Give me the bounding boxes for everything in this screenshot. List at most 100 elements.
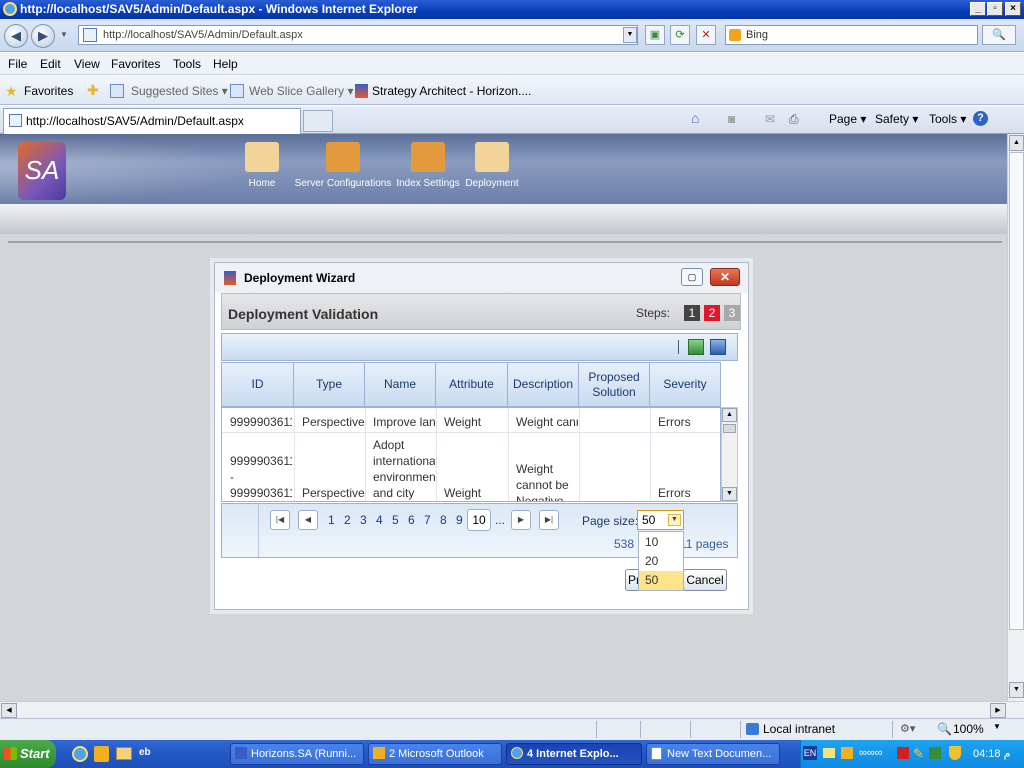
forward-button[interactable]: ▶ [31, 24, 55, 48]
column-name[interactable]: Name [365, 363, 436, 406]
home-icon[interactable]: ⌂ [691, 110, 699, 126]
internet-explorer-icon[interactable] [72, 746, 88, 762]
page-link-6[interactable]: 6 [408, 513, 415, 527]
page-link-7[interactable]: 7 [424, 513, 431, 527]
first-page-button[interactable]: |◀ [270, 510, 290, 530]
page-menu[interactable]: Page ▾ [829, 112, 866, 126]
scroll-thumb[interactable] [1009, 152, 1024, 630]
column-proposed-solution[interactable]: Proposed Solution [579, 363, 650, 406]
dialog-close-button[interactable]: ✕ [710, 268, 740, 286]
page-link-1[interactable]: 1 [328, 513, 335, 527]
address-dropdown[interactable]: ▼ [623, 27, 637, 43]
next-page-button[interactable]: ▶ [511, 510, 531, 530]
scroll-right-arrow[interactable]: ▶ [990, 703, 1006, 718]
maximize-button[interactable]: ▫ [987, 2, 1003, 16]
protected-mode-icon[interactable]: ⚙▾ [900, 722, 915, 735]
page-size-select[interactable]: 50 ▼ [637, 510, 684, 530]
column-type[interactable]: Type [294, 363, 365, 406]
table-row[interactable]: 99999036117-99999036117 Perspective Adop… [222, 433, 720, 501]
scroll-up-arrow[interactable]: ▲ [1009, 135, 1024, 151]
page-link-4[interactable]: 4 [376, 513, 383, 527]
scroll-thumb[interactable] [723, 424, 736, 433]
stop-icon[interactable]: ✕ [696, 25, 716, 45]
scroll-up-arrow[interactable]: ▲ [722, 408, 737, 422]
menu-file[interactable]: File [8, 57, 27, 71]
web-slice-gallery-link[interactable]: Web Slice Gallery ▾ [249, 84, 354, 98]
page-link-2[interactable]: 2 [344, 513, 351, 527]
suggested-sites-link[interactable]: Suggested Sites ▾ [131, 84, 228, 98]
nav-index-settings[interactable]: Index Settings [393, 142, 463, 189]
update-tray-icon[interactable] [929, 747, 941, 759]
cancel-button[interactable]: Cancel [683, 569, 727, 591]
menu-edit[interactable]: Edit [40, 57, 61, 71]
help-icon[interactable]: ? [973, 111, 988, 126]
menu-tools[interactable]: Tools [173, 57, 201, 71]
menu-view[interactable]: View [74, 57, 100, 71]
page-link-3[interactable]: 3 [360, 513, 367, 527]
address-bar[interactable]: http://localhost/SAV5/Admin/Default.aspx [78, 25, 638, 45]
language-indicator[interactable]: EN [803, 746, 817, 760]
menu-favorites[interactable]: Favorites [111, 57, 160, 71]
table-row[interactable]: 99999036117 Perspective Improve lan Weig… [222, 408, 720, 432]
clock[interactable]: 04:18 م [973, 747, 1010, 760]
compatibility-view-icon[interactable]: ▣ [645, 25, 665, 45]
nav-home[interactable]: Home [244, 142, 280, 189]
page-size-option-10[interactable]: 10 [639, 533, 683, 552]
minimize-button[interactable]: _ [970, 2, 986, 16]
task-internet-explorer[interactable]: 4 Internet Explo... [506, 743, 642, 765]
tools-tray-icon[interactable]: ✎ [913, 746, 924, 762]
recent-pages-dropdown[interactable]: ▼ [60, 30, 68, 39]
column-severity[interactable]: Severity [650, 363, 720, 406]
search-icon[interactable]: 🔍 [982, 25, 1016, 45]
export-excel-icon[interactable] [688, 339, 704, 355]
task-horizons-sa[interactable]: Horizons.SA (Runni... [230, 743, 364, 765]
strategy-architect-link[interactable]: Strategy Architect - Horizon.... [372, 84, 531, 98]
antivirus-tray-icon[interactable] [897, 747, 909, 759]
tab-default-aspx[interactable]: http://localhost/SAV5/Admin/Default.aspx [3, 108, 301, 134]
new-tab-button[interactable] [303, 110, 333, 132]
column-attribute[interactable]: Attribute [436, 363, 508, 406]
more-pages-link[interactable]: ... [495, 513, 505, 527]
scroll-down-arrow[interactable]: ▼ [722, 487, 737, 501]
current-page[interactable]: 10 [467, 509, 491, 531]
ebay-icon[interactable]: eb [139, 747, 151, 758]
nav-deployment[interactable]: Deployment [463, 142, 521, 189]
favorites-button[interactable]: Favorites [24, 84, 73, 98]
zoom-level[interactable]: 100% [953, 722, 984, 736]
page-size-option-20[interactable]: 20 [639, 552, 683, 571]
folder-icon[interactable] [116, 747, 132, 760]
dialog-maximize-button[interactable]: ▢ [681, 268, 703, 286]
menu-help[interactable]: Help [213, 57, 238, 71]
mail-tray-icon[interactable] [823, 748, 835, 758]
chevron-down-icon[interactable]: ▼ [668, 514, 681, 526]
refresh-icon[interactable]: ⟳ [670, 25, 690, 45]
zoom-dropdown[interactable]: ▼ [993, 722, 1001, 731]
start-button[interactable]: Start [0, 740, 56, 768]
page-size-option-50[interactable]: 50 [639, 571, 683, 590]
tools-menu[interactable]: Tools ▾ [929, 112, 966, 126]
grid-vertical-scrollbar[interactable]: ▲ ▼ [721, 407, 738, 502]
last-page-button[interactable]: ▶| [539, 510, 559, 530]
outlook-tray-icon[interactable] [841, 747, 853, 759]
shield-icon[interactable] [949, 746, 961, 760]
add-favorite-icon[interactable]: ✚ [87, 82, 99, 99]
safety-menu[interactable]: Safety ▾ [875, 112, 918, 126]
mail-icon[interactable]: ✉ [765, 112, 775, 126]
search-input[interactable]: Bing [725, 25, 978, 45]
page-link-5[interactable]: 5 [392, 513, 399, 527]
scroll-left-arrow[interactable]: ◀ [1, 703, 17, 718]
close-window-button[interactable]: × [1005, 2, 1021, 16]
column-description[interactable]: Description [508, 363, 579, 406]
prev-page-button[interactable]: ◀ [298, 510, 318, 530]
task-outlook[interactable]: 2 Microsoft Outlook [368, 743, 502, 765]
page-horizontal-scrollbar[interactable]: ◀ ▶ [0, 701, 1024, 718]
page-link-9[interactable]: 9 [456, 513, 463, 527]
feeds-icon[interactable]: ◙ [728, 112, 735, 126]
print-icon[interactable]: ⎙ [789, 112, 799, 127]
back-button[interactable]: ◀ [4, 24, 28, 48]
export-icon[interactable] [710, 339, 726, 355]
nav-server-configurations[interactable]: Server Configurations [293, 142, 393, 189]
network-tray-icon[interactable]: ∞∞∞ [859, 747, 883, 759]
task-notepad[interactable]: New Text Documen... [646, 743, 780, 765]
page-link-8[interactable]: 8 [440, 513, 447, 527]
